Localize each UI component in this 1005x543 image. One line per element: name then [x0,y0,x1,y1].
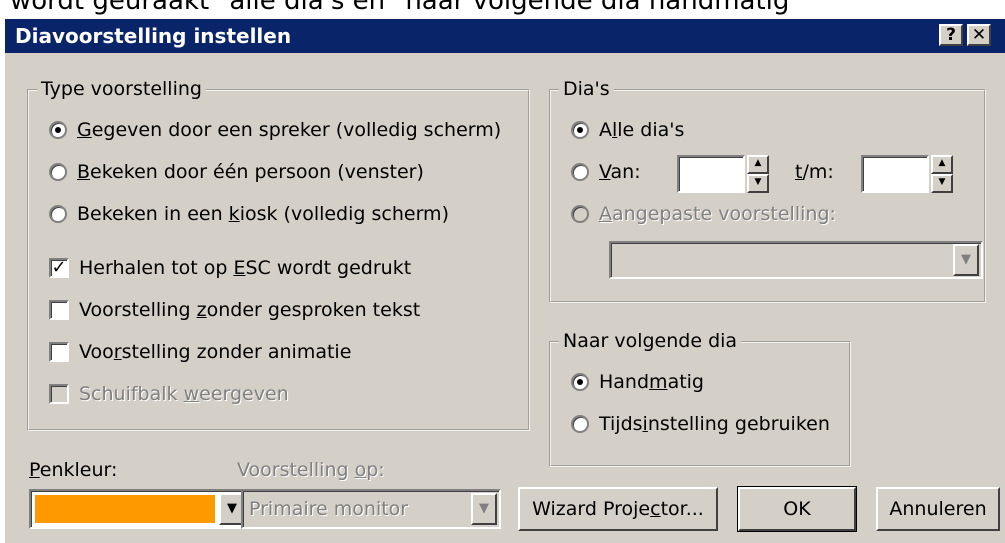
from-slide-input[interactable] [677,155,745,193]
radio-speaker-control[interactable] [49,121,67,139]
dialog-title: Diavoorstelling instellen [15,24,292,48]
radio-kiosk[interactable]: Bekeken in een kiosk (volledig scherm) [49,203,449,225]
spin-up-icon[interactable]: ▲ [747,155,769,174]
check-scrollbar-label: Schuifbalk weergeven [79,383,289,405]
radio-use-timings-control[interactable] [571,415,589,433]
check-no-narration-box[interactable] [49,300,69,320]
slideshow-settings-dialog: Diavoorstelling instellen ? ✕ Type voors… [4,18,1005,543]
advance-group: Naar volgende dia Handmatig Tijdsinstell… [549,330,851,467]
radio-manual-label: Handmatig [599,371,704,393]
title-bar: Diavoorstelling instellen ? ✕ [5,19,1005,53]
from-slide-spinner[interactable]: ▲ ▼ [747,155,769,193]
type-group: Type voorstelling Gegeven door een sprek… [27,78,530,431]
pen-color-label: Penkleur: [29,459,118,481]
radio-kiosk-control[interactable] [49,205,67,223]
check-loop[interactable]: ✓ Herhalen tot op ESC wordt gedrukt [49,257,411,279]
document-text: wordt geuraakt "alle dia's en "naar volg… [10,0,790,16]
radio-individual-label: Bekeken door één persoon (venster) [77,161,424,183]
pen-color-swatch [35,495,215,523]
radio-individual[interactable]: Bekeken door één persoon (venster) [49,161,424,183]
chevron-down-icon: ▼ [953,244,979,276]
ok-button[interactable]: OK [737,486,857,532]
check-loop-label: Herhalen tot op ESC wordt gedrukt [79,257,412,279]
radio-individual-control[interactable] [49,163,67,181]
pen-color-select[interactable] [29,489,249,529]
radio-custom-show-control [571,205,589,223]
radio-use-timings[interactable]: Tijdsinstelling gebruiken [571,413,830,435]
monitor-select-value: Primaire monitor [249,498,409,520]
check-no-narration[interactable]: Voorstelling zonder gesproken tekst [49,299,420,321]
radio-all-slides[interactable]: Alle dia's [571,119,684,141]
radio-range-label: Van: [599,161,641,183]
radio-use-timings-label: Tijdsinstelling gebruiken [599,413,830,435]
to-slide-input[interactable] [861,155,929,193]
check-no-animation[interactable]: Voorstelling zonder animatie [49,341,351,363]
radio-all-slides-label: Alle dia's [599,119,685,141]
to-slide-spinner[interactable]: ▲ ▼ [931,155,953,193]
help-button[interactable]: ? [939,24,963,46]
check-no-animation-box[interactable] [49,342,69,362]
radio-speaker[interactable]: Gegeven door een spreker (volledig scher… [49,119,501,141]
monitor-select: Primaire monitor [241,489,501,529]
custom-show-select [609,241,983,279]
wizard-projector-button[interactable]: Wizard Projector... [518,487,718,531]
radio-range[interactable]: Van: [571,161,641,183]
check-scrollbar: Schuifbalk weergeven [49,383,289,405]
check-no-narration-label: Voorstelling zonder gesproken tekst [79,299,421,321]
chevron-down-icon: ▼ [471,493,497,525]
spin-down-icon[interactable]: ▼ [931,174,953,193]
check-no-animation-label: Voorstelling zonder animatie [79,341,352,363]
to-slide-label: t/m: [795,161,834,183]
radio-manual-control[interactable] [571,373,589,391]
show-on-label: Voorstelling op: [237,459,385,481]
close-button[interactable]: ✕ [967,24,991,46]
radio-range-control[interactable] [571,163,589,181]
radio-custom-show-label: Aangepaste voorstelling: [599,203,836,225]
check-scrollbar-box [49,384,69,404]
slides-group: Dia's Alle dia's Van: ▲ ▼ t/m: ▲ ▼ Aange… [549,78,986,303]
radio-custom-show: Aangepaste voorstelling: [571,203,836,225]
radio-manual[interactable]: Handmatig [571,371,704,393]
type-group-legend: Type voorstelling [37,78,206,100]
advance-group-legend: Naar volgende dia [559,330,742,352]
cancel-button[interactable]: Annuleren [876,487,1000,531]
slides-group-legend: Dia's [559,78,614,100]
radio-all-slides-control[interactable] [571,121,589,139]
radio-kiosk-label: Bekeken in een kiosk (volledig scherm) [77,203,449,225]
spin-down-icon[interactable]: ▼ [747,174,769,193]
radio-speaker-label: Gegeven door een spreker (volledig scher… [77,119,502,141]
spin-up-icon[interactable]: ▲ [931,155,953,174]
check-loop-box[interactable]: ✓ [49,258,69,278]
